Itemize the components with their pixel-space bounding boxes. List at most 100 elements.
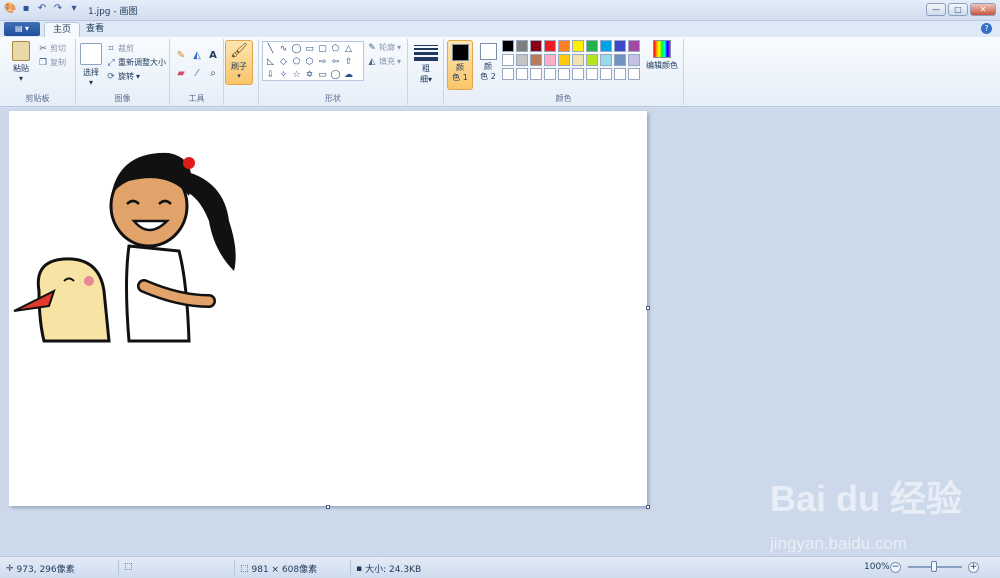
oval-callout-shape-icon[interactable]: ◯ xyxy=(329,69,342,82)
palette-swatch[interactable] xyxy=(586,40,598,52)
palette-swatch[interactable] xyxy=(544,54,556,66)
color1-button[interactable]: 颜 色 1 xyxy=(447,40,473,90)
tab-view[interactable]: 查看 xyxy=(78,22,112,37)
palette-swatch[interactable] xyxy=(558,68,570,80)
paint-menu-button[interactable]: ▤ ▾ xyxy=(4,22,40,36)
select-button[interactable]: 选择 ▾ xyxy=(78,43,104,87)
maximize-button[interactable]: □ xyxy=(948,3,968,16)
curve-shape-icon[interactable]: ∿ xyxy=(277,43,290,56)
size-group: 粗 细▾ xyxy=(408,39,444,105)
tab-home[interactable]: 主页 xyxy=(44,22,81,37)
redo-icon[interactable]: ↷ xyxy=(52,3,64,15)
resize-handle-bottom[interactable] xyxy=(326,505,330,509)
size-button[interactable]: 粗 细▾ xyxy=(414,43,438,85)
zoom-slider-thumb[interactable] xyxy=(931,561,937,572)
status-divider xyxy=(350,560,351,575)
palette-swatch[interactable] xyxy=(586,54,598,66)
palette-swatch[interactable] xyxy=(628,40,640,52)
rounded-rectangle-shape-icon[interactable]: ▢ xyxy=(316,43,329,56)
six-point-star-shape-icon[interactable]: ✡ xyxy=(303,69,316,82)
paint-app-icon[interactable]: 🎨 xyxy=(4,3,16,15)
selection-size: ⬚ xyxy=(124,562,133,572)
crop-button[interactable]: ⌗ 裁剪 xyxy=(106,43,134,54)
copy-button[interactable]: ❐ 复制 xyxy=(38,57,66,68)
diamond-shape-icon[interactable]: ◇ xyxy=(277,56,290,69)
palette-swatch[interactable] xyxy=(544,68,556,80)
triangle-shape-icon[interactable]: △ xyxy=(342,43,355,56)
down-arrow-shape-icon[interactable]: ⇩ xyxy=(264,69,277,82)
minimize-button[interactable]: — xyxy=(926,3,946,16)
brushes-button[interactable]: 🖌 刷子 ▾ xyxy=(225,40,253,85)
palette-swatch[interactable] xyxy=(530,54,542,66)
fill-button[interactable]: ◭ 填充 ▾ xyxy=(367,56,401,67)
palette-swatch[interactable] xyxy=(628,68,640,80)
palette-swatch[interactable] xyxy=(530,68,542,80)
four-point-star-shape-icon[interactable]: ✧ xyxy=(277,69,290,82)
palette-swatch[interactable] xyxy=(502,40,514,52)
edit-colors-button[interactable]: 编辑颜色 xyxy=(645,40,679,71)
customize-qat-icon[interactable]: ▾ xyxy=(68,3,80,15)
resize-handle-right[interactable] xyxy=(646,306,650,310)
eraser-icon[interactable]: ▰ xyxy=(174,67,188,81)
zoom-level: 100% xyxy=(864,562,890,572)
hexagon-shape-icon[interactable]: ⬡ xyxy=(303,56,316,69)
save-icon[interactable]: ▪ xyxy=(20,3,32,15)
left-arrow-shape-icon[interactable]: ⇦ xyxy=(329,56,342,69)
palette-swatch[interactable] xyxy=(614,54,626,66)
color-picker-icon[interactable]: ⁄ xyxy=(190,67,204,81)
oval-shape-icon[interactable]: ◯ xyxy=(290,43,303,56)
palette-swatch[interactable] xyxy=(600,68,612,80)
close-button[interactable]: ✕ xyxy=(970,3,996,16)
palette-swatch[interactable] xyxy=(572,68,584,80)
five-point-star-shape-icon[interactable]: ☆ xyxy=(290,69,303,82)
palette-swatch[interactable] xyxy=(530,40,542,52)
palette-swatch[interactable] xyxy=(544,40,556,52)
up-arrow-shape-icon[interactable]: ⇧ xyxy=(342,56,355,69)
palette-swatch[interactable] xyxy=(558,54,570,66)
palette-swatch[interactable] xyxy=(558,40,570,52)
clipboard-icon xyxy=(12,41,30,61)
pentagon-shape-icon[interactable]: ⬠ xyxy=(290,56,303,69)
chevron-down-icon: ▾ xyxy=(397,43,402,52)
outline-button[interactable]: ✎ 轮廓 ▾ xyxy=(367,42,401,53)
disk-icon: ▪ xyxy=(356,563,363,574)
image-group: 选择 ▾ ⌗ 裁剪 ⤢ 重新调整大小 ⟳ 旋转 ▾ 图像 xyxy=(76,39,170,105)
palette-swatch[interactable] xyxy=(572,54,584,66)
chevron-down-icon: ▾ xyxy=(397,57,402,66)
palette-swatch[interactable] xyxy=(516,54,528,66)
rectangle-shape-icon[interactable]: ▭ xyxy=(303,43,316,56)
palette-swatch[interactable] xyxy=(502,68,514,80)
palette-swatch[interactable] xyxy=(600,54,612,66)
palette-swatch[interactable] xyxy=(600,40,612,52)
text-tool-icon[interactable]: A xyxy=(206,49,220,63)
polygon-shape-icon[interactable]: ⬠ xyxy=(329,43,342,56)
fill-bucket-icon[interactable]: ◭ xyxy=(190,49,204,63)
drawing-canvas[interactable] xyxy=(9,111,647,506)
palette-swatch[interactable] xyxy=(516,40,528,52)
cut-button[interactable]: ✂ 剪切 xyxy=(38,43,66,54)
rotate-button[interactable]: ⟳ 旋转 ▾ xyxy=(106,71,140,82)
resize-handle-corner[interactable] xyxy=(646,505,650,509)
magnifier-icon[interactable]: ⌕ xyxy=(206,67,220,81)
palette-swatch[interactable] xyxy=(502,54,514,66)
palette-swatch[interactable] xyxy=(614,40,626,52)
zoom-in-button[interactable]: + xyxy=(968,562,979,573)
color2-button[interactable]: 颜 色 2 xyxy=(475,40,501,90)
zoom-out-button[interactable]: − xyxy=(890,562,901,573)
undo-icon[interactable]: ↶ xyxy=(36,3,48,15)
line-shape-icon[interactable]: ╲ xyxy=(264,43,277,56)
palette-swatch[interactable] xyxy=(586,68,598,80)
rect-callout-shape-icon[interactable]: ▭ xyxy=(316,69,329,82)
right-triangle-shape-icon[interactable]: ◺ xyxy=(264,56,277,69)
resize-button[interactable]: ⤢ 重新调整大小 xyxy=(106,57,166,68)
palette-swatch[interactable] xyxy=(516,68,528,80)
paste-button[interactable]: 粘贴 ▾ xyxy=(6,41,36,83)
palette-swatch[interactable] xyxy=(572,40,584,52)
pencil-icon[interactable]: ✎ xyxy=(174,49,188,63)
help-icon[interactable]: ? xyxy=(981,23,992,34)
brush-icon: 🖌 xyxy=(230,43,248,59)
palette-swatch[interactable] xyxy=(628,54,640,66)
palette-swatch[interactable] xyxy=(614,68,626,80)
right-arrow-shape-icon[interactable]: ⇨ xyxy=(316,56,329,69)
cloud-callout-shape-icon[interactable]: ☁ xyxy=(342,69,355,82)
